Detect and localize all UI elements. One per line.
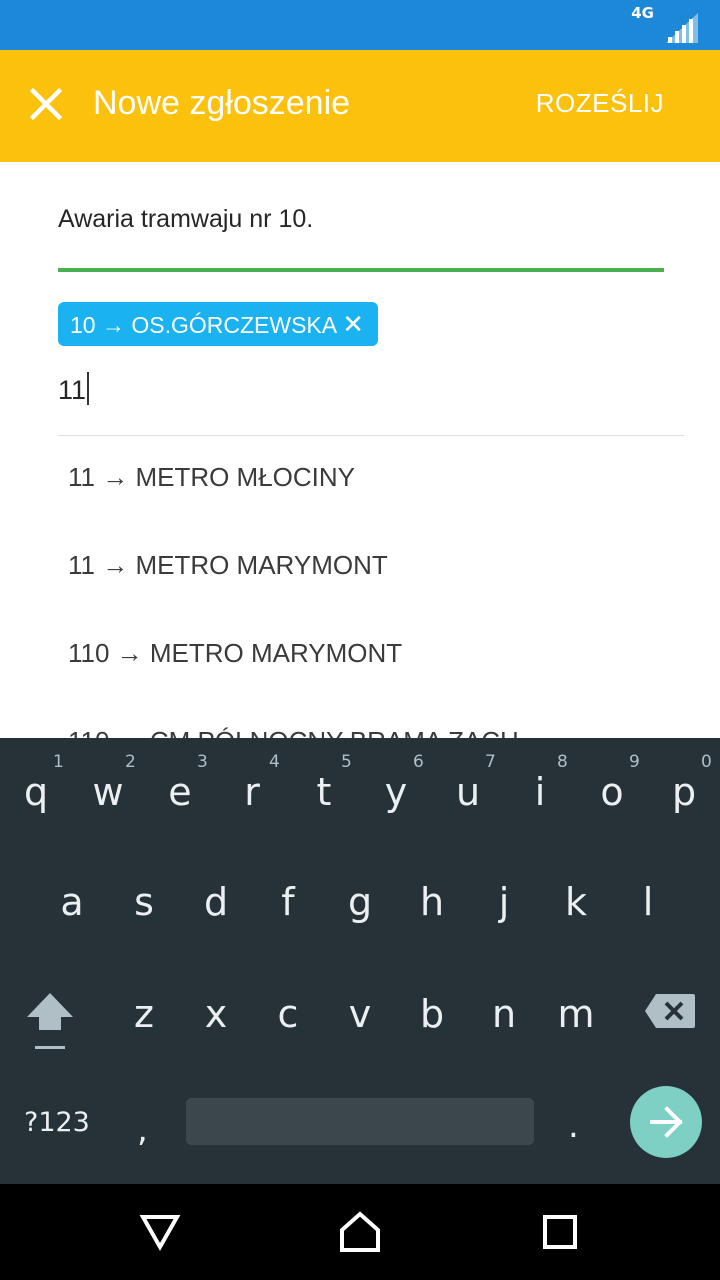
back-icon[interactable] bbox=[136, 1208, 184, 1256]
key-hint: 0 bbox=[701, 752, 712, 772]
navigation-bar bbox=[0, 1184, 720, 1280]
key-hint: 1 bbox=[53, 752, 64, 772]
suggestion-list: 11 → METRO MŁOCINY 11 → METRO MARYMONT 1… bbox=[0, 436, 720, 738]
key-l[interactable]: l bbox=[618, 880, 678, 924]
key-w[interactable]: w bbox=[78, 770, 138, 814]
arrow-right-icon bbox=[650, 1106, 683, 1138]
key-hint: 6 bbox=[413, 752, 424, 772]
enter-key[interactable] bbox=[630, 1086, 702, 1158]
key-m[interactable]: m bbox=[546, 992, 606, 1036]
key-h[interactable]: h bbox=[402, 880, 462, 924]
key-v[interactable]: v bbox=[330, 992, 390, 1036]
key-c[interactable]: c bbox=[258, 992, 318, 1036]
backspace-icon[interactable] bbox=[644, 992, 696, 1030]
shift-icon[interactable] bbox=[24, 990, 76, 1052]
key-y[interactable]: y bbox=[366, 770, 426, 814]
key-j[interactable]: j bbox=[474, 880, 534, 924]
key-n[interactable]: n bbox=[474, 992, 534, 1036]
key-t[interactable]: t bbox=[294, 770, 354, 814]
key-hint: 5 bbox=[341, 752, 352, 772]
key-b[interactable]: b bbox=[402, 992, 462, 1036]
route-chip[interactable]: 10 → OS.GÓRCZEWSKA ✕ bbox=[58, 302, 378, 346]
key-hint: 7 bbox=[485, 752, 496, 772]
route-search-input[interactable]: 11 bbox=[58, 372, 90, 406]
key-r[interactable]: r bbox=[222, 770, 282, 814]
suggestion-item[interactable]: 11 → METRO MŁOCINY bbox=[68, 462, 355, 493]
home-icon[interactable] bbox=[336, 1208, 384, 1256]
recents-icon[interactable] bbox=[536, 1208, 584, 1256]
key-hint: 3 bbox=[197, 752, 208, 772]
key-x[interactable]: x bbox=[186, 992, 246, 1036]
suggestion-item[interactable]: 110 → METRO MARYMONT bbox=[68, 638, 402, 669]
key-hint: 8 bbox=[557, 752, 568, 772]
close-icon[interactable]: ✕ bbox=[342, 309, 364, 340]
symbols-key[interactable]: ?123 bbox=[24, 1107, 90, 1138]
subject-field[interactable]: Awaria tramwaju nr 10. bbox=[58, 205, 313, 234]
route-chip-label: 10 → OS.GÓRCZEWSKA bbox=[70, 312, 338, 338]
key-d[interactable]: d bbox=[186, 880, 246, 924]
comma-key[interactable]: , bbox=[137, 1110, 148, 1150]
key-e[interactable]: e bbox=[150, 770, 210, 814]
key-hint: 4 bbox=[269, 752, 280, 772]
period-key[interactable]: . bbox=[568, 1106, 579, 1146]
key-a[interactable]: a bbox=[42, 880, 102, 924]
key-i[interactable]: i bbox=[510, 770, 570, 814]
signal-icon bbox=[666, 13, 698, 43]
text-cursor bbox=[87, 372, 90, 405]
key-p[interactable]: p bbox=[654, 770, 714, 814]
key-o[interactable]: o bbox=[582, 770, 642, 814]
space-key[interactable] bbox=[186, 1098, 534, 1145]
subject-underline bbox=[58, 268, 664, 272]
suggestion-item[interactable]: 11 → METRO MARYMONT bbox=[68, 550, 388, 581]
key-k[interactable]: k bbox=[546, 880, 606, 924]
app-bar: Nowe zgłoszenie ROZEŚLIJ bbox=[0, 50, 720, 162]
status-bar: 4G bbox=[0, 0, 720, 50]
close-icon[interactable] bbox=[22, 80, 70, 128]
key-u[interactable]: u bbox=[438, 770, 498, 814]
key-g[interactable]: g bbox=[330, 880, 390, 924]
route-query-text: 11 bbox=[58, 375, 87, 405]
send-button[interactable]: ROZEŚLIJ bbox=[536, 88, 664, 119]
key-f[interactable]: f bbox=[258, 880, 318, 924]
key-s[interactable]: s bbox=[114, 880, 174, 924]
page-title: Nowe zgłoszenie bbox=[93, 84, 351, 122]
key-hint: 2 bbox=[125, 752, 136, 772]
network-type: 4G bbox=[631, 4, 654, 22]
suggestion-item[interactable]: 110 → CM.PÓŁNOCNY-BRAMA ZACH. bbox=[68, 726, 526, 738]
key-q[interactable]: q bbox=[6, 770, 66, 814]
key-z[interactable]: z bbox=[114, 992, 174, 1036]
key-hint: 9 bbox=[629, 752, 640, 772]
